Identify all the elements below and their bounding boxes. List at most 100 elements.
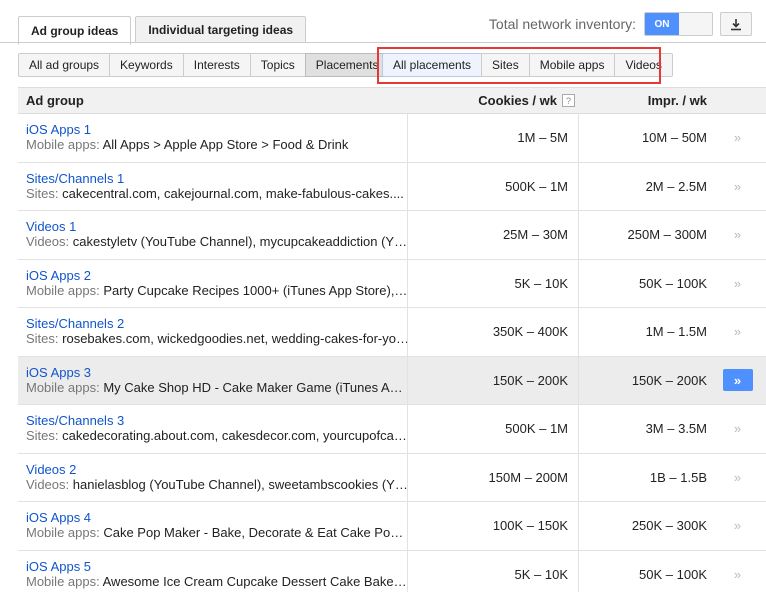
- cell-cookies: 350K – 400K: [408, 308, 579, 356]
- ad-group-description: Mobile apps: My Cake Shop HD - Cake Make…: [26, 380, 407, 396]
- add-to-plan-button[interactable]: »: [723, 515, 753, 537]
- add-to-plan-button[interactable]: »: [723, 127, 753, 149]
- table-row[interactable]: Sites/Channels 3 Sites: cakedecorating.ab…: [18, 405, 766, 454]
- description-label: Mobile apps:: [26, 137, 100, 153]
- cell-impr: 50K – 100K: [639, 275, 707, 291]
- highlight-box: [377, 47, 661, 84]
- table-row[interactable]: Sites/Channels 1 Sites: cakecentral.com, …: [18, 162, 766, 211]
- toggle-on-label[interactable]: ON: [645, 13, 679, 35]
- ad-group-link[interactable]: iOS Apps 5: [26, 559, 407, 574]
- add-to-plan-button[interactable]: »: [722, 369, 753, 392]
- cell-ad-group: Sites/Channels 1 Sites: cakecentral.com, …: [18, 162, 408, 210]
- add-to-plan-button[interactable]: »: [723, 175, 753, 197]
- cell-add: »: [715, 405, 760, 453]
- cell-add: »: [715, 357, 760, 405]
- add-to-plan-button[interactable]: »: [723, 466, 753, 488]
- cell-ad-group: iOS Apps 4 Mobile apps: Cake Pop Maker - …: [18, 502, 408, 550]
- description-text: Awesome Ice Cream Cupcake Dessert Cake B…: [102, 573, 407, 589]
- cell-ad-group: Videos 1 Videos: cakestyletv (YouTube Cha…: [18, 211, 408, 259]
- add-to-plan-button[interactable]: »: [723, 321, 753, 343]
- cell-cookies: 1M – 5M: [408, 114, 579, 162]
- cell-cookies: 150K – 200K: [408, 356, 579, 404]
- cell-add: »: [715, 454, 760, 502]
- ad-group-link[interactable]: Videos 2: [26, 462, 407, 477]
- description-text: hanielasblog (YouTube Channel), sweetamb…: [72, 476, 407, 492]
- filter-interests[interactable]: Interests: [182, 53, 251, 77]
- filter-tab-group: All ad groups Keywords Interests Topics …: [18, 53, 390, 77]
- description-text: All Apps > Apple App Store > Food & Drin…: [102, 137, 349, 153]
- table-row[interactable]: Videos 2 Videos: hanielasblog (YouTube Ch…: [18, 453, 766, 502]
- description-label: Mobile apps:: [26, 379, 100, 395]
- tab-individual-targeting-ideas[interactable]: Individual targeting ideas: [135, 16, 307, 43]
- cell-ad-group: iOS Apps 5 Mobile apps: Awesome Ice Cream…: [18, 550, 408, 592]
- cell-cookies: 100K – 150K: [408, 502, 579, 550]
- cell-impr: 2M – 2.5M: [645, 178, 707, 194]
- cell-cookies: 150M – 200M: [408, 453, 579, 501]
- ad-group-description: Videos: hanielasblog (YouTube Channel), …: [26, 477, 407, 493]
- cell-cookies: 5K – 10K: [408, 259, 579, 307]
- ad-group-description: Sites: cakedecorating.about.com, cakesde…: [26, 428, 407, 444]
- table-row[interactable]: iOS Apps 1 Mobile apps: All Apps > Apple …: [18, 114, 766, 163]
- ad-group-link[interactable]: Videos 1: [26, 219, 407, 234]
- toggle-off-side[interactable]: [679, 13, 712, 35]
- description-text: Cake Pop Maker - Bake, Decorate & Eat Ca…: [103, 525, 404, 541]
- table-row[interactable]: iOS Apps 5 Mobile apps: Awesome Ice Cream…: [18, 550, 766, 592]
- ad-group-link[interactable]: Sites/Channels 2: [26, 316, 407, 331]
- header-ad-group[interactable]: Ad group: [18, 93, 408, 108]
- help-icon[interactable]: ?: [562, 94, 575, 107]
- add-to-plan-button[interactable]: »: [723, 418, 753, 440]
- cell-impr: 3M – 3.5M: [645, 421, 707, 437]
- description-text: Party Cupcake Recipes 1000+ (iTunes App …: [103, 282, 407, 298]
- cell-impr: 1B – 1.5B: [649, 469, 707, 485]
- cell-add: »: [715, 114, 760, 162]
- filter-all-ad-groups[interactable]: All ad groups: [18, 53, 111, 77]
- header-cookies-label: Cookies / wk: [478, 93, 557, 108]
- ad-group-link[interactable]: iOS Apps 1: [26, 122, 407, 137]
- description-label: Mobile apps:: [26, 573, 100, 589]
- tab-ad-group-ideas[interactable]: Ad group ideas: [18, 16, 132, 45]
- description-label: Mobile apps:: [26, 282, 100, 298]
- ad-group-link[interactable]: Sites/Channels 1: [26, 171, 407, 186]
- filter-keywords[interactable]: Keywords: [109, 53, 184, 77]
- ad-group-link[interactable]: iOS Apps 3: [26, 365, 407, 380]
- ad-group-description: Mobile apps: Cake Pop Maker - Bake, Deco…: [26, 525, 407, 541]
- table-body: iOS Apps 1 Mobile apps: All Apps > Apple …: [18, 114, 766, 592]
- ad-group-description: Mobile apps: All Apps > Apple App Store …: [26, 137, 407, 153]
- inventory-toggle[interactable]: ON: [644, 12, 713, 36]
- inventory-label: Total network inventory:: [488, 16, 636, 32]
- description-label: Videos:: [26, 234, 70, 250]
- description-label: Sites:: [26, 331, 59, 347]
- header-impr[interactable]: Impr. / wk: [579, 93, 715, 108]
- table-row[interactable]: Videos 1 Videos: cakestyletv (YouTube Cha…: [18, 211, 766, 260]
- table-row[interactable]: Sites/Channels 2 Sites: rosebakes.com, wi…: [18, 308, 766, 357]
- description-label: Sites:: [26, 428, 59, 444]
- description-label: Mobile apps:: [26, 525, 100, 541]
- download-button[interactable]: [720, 12, 752, 36]
- description-label: Sites:: [26, 185, 59, 201]
- ad-group-description: Mobile apps: Party Cupcake Recipes 1000+…: [26, 283, 407, 299]
- add-to-plan-button[interactable]: »: [723, 272, 753, 294]
- cell-cookies: 500K – 1M: [408, 162, 579, 210]
- ad-group-link[interactable]: Sites/Channels 3: [26, 413, 407, 428]
- cell-ad-group: iOS Apps 2 Mobile apps: Party Cupcake Rec…: [18, 259, 408, 307]
- filter-topics[interactable]: Topics: [249, 53, 306, 77]
- ad-group-link[interactable]: iOS Apps 2: [26, 268, 407, 283]
- cell-ad-group: Sites/Channels 2 Sites: rosebakes.com, wi…: [18, 308, 408, 356]
- cell-cookies: 5K – 10K: [408, 550, 579, 592]
- cell-cookies: 500K – 1M: [408, 405, 579, 453]
- header-cookies[interactable]: Cookies / wk ?: [408, 93, 579, 108]
- cell-impr: 150K – 200K: [631, 372, 707, 388]
- table-row[interactable]: iOS Apps 4 Mobile apps: Cake Pop Maker - …: [18, 502, 766, 551]
- table-row[interactable]: iOS Apps 3 Mobile apps: My Cake Shop HD -…: [18, 356, 766, 405]
- cell-impr: 1M – 1.5M: [645, 324, 707, 340]
- description-label: Videos:: [26, 476, 70, 492]
- add-to-plan-button[interactable]: »: [723, 563, 753, 585]
- ad-group-description: Sites: rosebakes.com, wickedgoodies.net,…: [26, 331, 407, 347]
- cell-add: »: [715, 260, 760, 308]
- cell-add: »: [715, 551, 760, 592]
- table-row[interactable]: iOS Apps 2 Mobile apps: Party Cupcake Rec…: [18, 259, 766, 308]
- cell-add: »: [715, 502, 760, 550]
- ad-group-link[interactable]: iOS Apps 4: [26, 510, 407, 525]
- top-tabs: Ad group ideas Individual targeting idea…: [18, 16, 310, 45]
- add-to-plan-button[interactable]: »: [723, 224, 753, 246]
